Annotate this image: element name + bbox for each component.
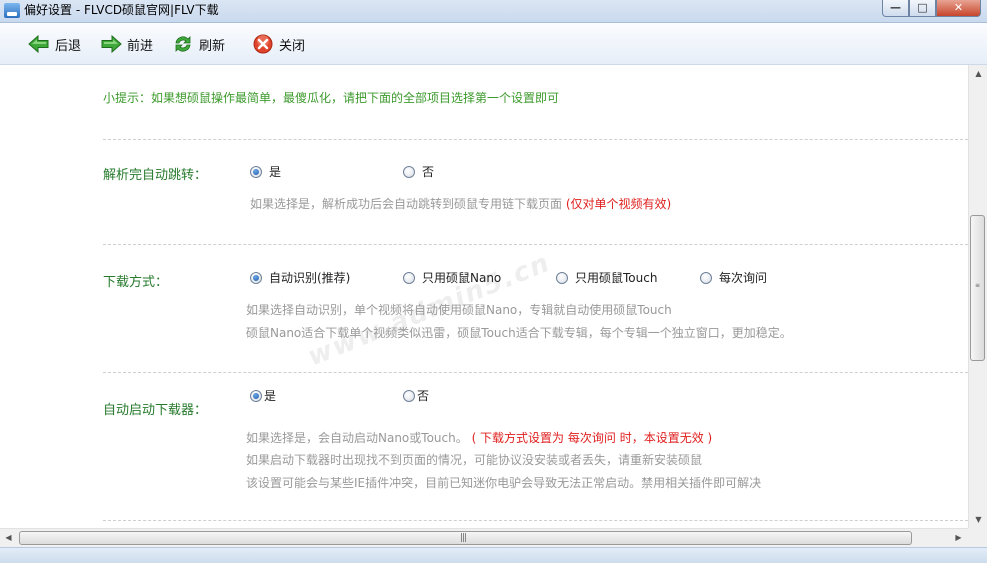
download-mode-nano-label: 只用硕鼠Nano xyxy=(422,271,502,285)
close-page-button[interactable]: 关闭 xyxy=(252,33,305,55)
radio-unselected-icon xyxy=(700,271,712,284)
download-mode-auto-label: 自动识别(推荐) xyxy=(269,271,351,285)
scroll-right-arrow-icon[interactable]: ▶ xyxy=(950,529,967,546)
download-mode-touch-radio[interactable]: 只用硕鼠Touch xyxy=(556,269,657,286)
close-page-label: 关闭 xyxy=(279,38,306,54)
maximize-button[interactable]: □ xyxy=(909,0,936,17)
auto-start-no-radio[interactable]: 否 xyxy=(403,387,429,404)
auto-jump-desc-text: 如果选择是，解析成功后会自动跳转到硕鼠专用链下载页面 xyxy=(250,197,563,211)
radio-unselected-icon xyxy=(403,165,415,178)
auto-start-warning: ( 下载方式设置为 每次询问 时，本设置无效 ) xyxy=(471,431,713,445)
divider xyxy=(103,244,968,245)
red-x-icon xyxy=(253,34,273,54)
close-window-button[interactable]: ✕ xyxy=(936,0,981,17)
scroll-left-arrow-icon[interactable]: ◀ xyxy=(0,529,17,546)
divider xyxy=(103,520,968,521)
minimize-icon: — xyxy=(890,1,901,14)
refresh-icon xyxy=(175,36,191,52)
scroll-up-arrow-icon[interactable]: ▲ xyxy=(970,65,987,82)
settings-content: www.admin5.cn 小提示：如果想硕鼠操作最简单，最傻瓜化，请把下面的全… xyxy=(0,65,968,528)
vertical-scroll-thumb[interactable]: ≡ xyxy=(970,215,985,361)
forward-button[interactable]: 前进 xyxy=(100,33,153,55)
close-icon: ✕ xyxy=(953,1,964,14)
download-mode-desc-line-2: 硕鼠Nano适合下载单个视频类似迅雷，硕鼠Touch适合下载专辑，每个专辑一个独… xyxy=(246,326,792,340)
radio-selected-icon xyxy=(250,389,262,402)
download-mode-desc-line-1: 如果选择自动识别，单个视频将自动使用硕鼠Nano，专辑就自动使用硕鼠Touch xyxy=(246,303,672,317)
radio-selected-icon xyxy=(250,271,262,284)
auto-start-label: 自动启动下载器： xyxy=(103,403,208,418)
auto-jump-no-label: 否 xyxy=(422,165,435,179)
divider xyxy=(103,372,968,373)
refresh-label: 刷新 xyxy=(199,38,226,54)
forward-label: 前进 xyxy=(127,38,154,54)
radio-selected-icon xyxy=(250,165,262,178)
hint-text: 小提示：如果想硕鼠操作最简单，最傻瓜化，请把下面的全部项目选择第一个设置即可 xyxy=(103,91,560,105)
auto-start-no-label: 否 xyxy=(417,389,430,403)
scrollbar-corner xyxy=(968,528,987,547)
radio-unselected-icon xyxy=(556,271,568,284)
back-label: 后退 xyxy=(55,38,82,54)
auto-start-desc-text: 如果选择是，会自动启动Nano或Touch。 xyxy=(246,431,468,445)
minimize-button[interactable]: — xyxy=(882,0,909,17)
auto-jump-warning: (仅对单个视频有效) xyxy=(565,197,672,211)
radio-unselected-icon xyxy=(403,389,415,402)
auto-start-desc-line-1: 如果启动下载器时出现找不到页面的情况，可能协议没安装或者丢失，请重新安装硕鼠 xyxy=(246,453,703,467)
download-mode-ask-label: 每次询问 xyxy=(719,271,768,285)
toolbar: 后退 前进 刷新 关闭 xyxy=(0,23,987,65)
auto-start-yes-radio[interactable]: 是 xyxy=(250,387,276,404)
download-mode-auto-radio[interactable]: 自动识别(推荐) xyxy=(250,269,350,286)
auto-jump-no-radio[interactable]: 否 xyxy=(403,163,434,180)
vertical-scrollbar[interactable]: ▲ ≡ ▼ xyxy=(968,65,987,528)
grip-icon: ≡ xyxy=(975,282,981,289)
title-bar: 偏好设置 - FLVCD硕鼠官网|FLV下载 — □ ✕ xyxy=(0,0,987,23)
auto-start-desc-line-2: 该设置可能会与某些IE插件冲突，目前已知迷你电驴会导致无法正常启动。禁用相关插件… xyxy=(246,476,762,490)
back-arrow-icon xyxy=(28,34,49,54)
window-controls: — □ ✕ xyxy=(882,0,981,17)
auto-start-yes-label: 是 xyxy=(264,389,277,403)
status-bar xyxy=(0,547,987,563)
auto-jump-yes-label: 是 xyxy=(269,165,282,179)
auto-jump-description: 如果选择是，解析成功后会自动跳转到硕鼠专用链下载页面 (仅对单个视频有效) xyxy=(250,195,671,212)
grip-icon: ||| xyxy=(460,533,467,543)
window-title: 偏好设置 - FLVCD硕鼠官网|FLV下载 xyxy=(24,3,219,17)
divider xyxy=(103,139,968,140)
download-mode-ask-radio[interactable]: 每次询问 xyxy=(700,269,767,286)
auto-start-description: 如果选择是，会自动启动Nano或Touch。 ( 下载方式设置为 每次询问 时，… xyxy=(246,429,712,446)
download-mode-touch-label: 只用硕鼠Touch xyxy=(575,271,658,285)
radio-unselected-icon xyxy=(403,271,415,284)
app-icon xyxy=(4,3,20,18)
maximize-icon: □ xyxy=(917,1,928,14)
download-mode-nano-radio[interactable]: 只用硕鼠Nano xyxy=(403,269,501,286)
auto-jump-yes-radio[interactable]: 是 xyxy=(250,163,281,180)
refresh-button[interactable]: 刷新 xyxy=(172,33,225,55)
download-mode-label: 下载方式： xyxy=(103,275,169,290)
auto-jump-label: 解析完自动跳转： xyxy=(103,168,208,183)
horizontal-scrollbar[interactable]: ◀ ||| ▶ xyxy=(0,528,987,547)
scroll-down-arrow-icon[interactable]: ▼ xyxy=(970,511,987,528)
forward-arrow-icon xyxy=(101,34,122,54)
horizontal-scroll-thumb[interactable]: ||| xyxy=(19,531,912,545)
back-button[interactable]: 后退 xyxy=(28,33,81,55)
